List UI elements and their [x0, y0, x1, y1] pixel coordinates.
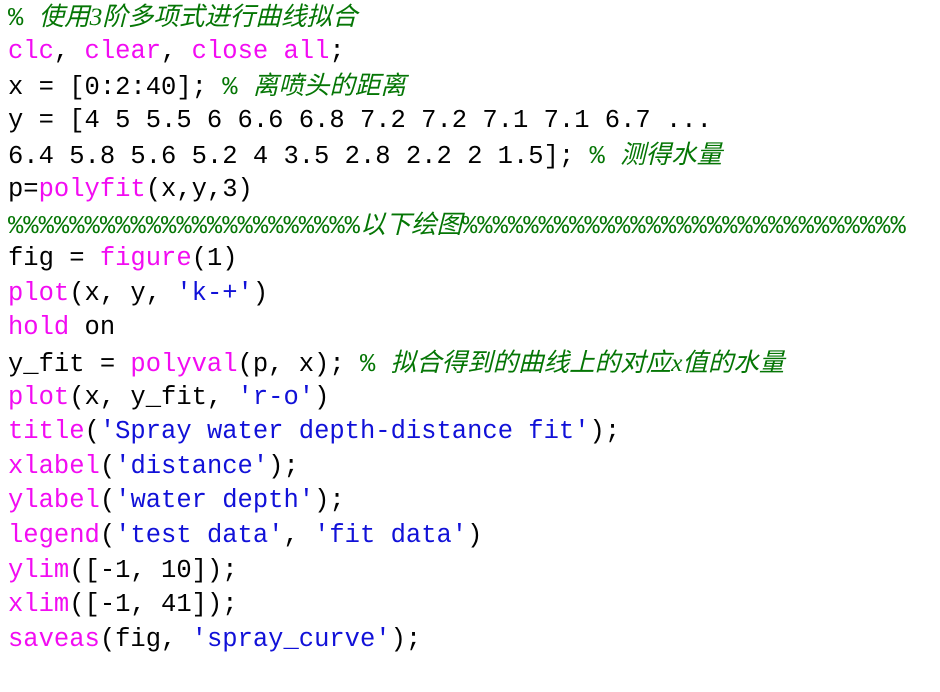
- code-line[interactable]: y_fit = polyval(p, x); % 拟合得到的曲线上的对应x值的水…: [0, 346, 940, 381]
- code-token-keyword: plot: [8, 382, 70, 412]
- code-token-keyword: ylabel: [8, 486, 100, 516]
- code-token-plain: ,: [161, 36, 192, 66]
- code-token-keyword: polyval: [130, 349, 238, 379]
- code-token-plain: ([-1, 41]);: [69, 590, 238, 620]
- code-token-keyword: hold: [8, 313, 70, 343]
- code-token-plain: (x, y_fit,: [69, 382, 238, 412]
- code-token-keyword: figure: [99, 244, 192, 274]
- code-token-plain: (: [99, 520, 116, 550]
- code-token-comment-sym: %: [359, 349, 391, 379]
- code-token-plain: (x,y,3): [145, 174, 253, 204]
- code-token-keyword: ylim: [8, 555, 70, 585]
- code-line[interactable]: hold on: [0, 311, 940, 346]
- code-token-plain: on: [69, 313, 116, 343]
- code-token-plain: (: [84, 417, 100, 447]
- code-token-plain: (: [99, 451, 116, 481]
- code-token-keyword: title: [8, 417, 85, 447]
- code-token-plain: ): [252, 278, 269, 308]
- code-line-list: % 使用3阶多项式进行曲线拟合 clc, clear, close all; x =…: [0, 0, 940, 657]
- code-token-comment-sym: %%%%%%%%%%%%%%%%%%%%%%%: [8, 211, 360, 241]
- code-token-plain: x = [0:2:40];: [8, 73, 223, 103]
- code-line[interactable]: p=polyfit(x,y,3): [0, 173, 940, 208]
- code-line[interactable]: clc, clear, close all;: [0, 35, 940, 70]
- code-token-plain: );: [390, 624, 422, 654]
- code-token-comment-sym: %: [589, 142, 621, 172]
- code-token-plain: ([-1, 10]);: [69, 555, 238, 585]
- code-line[interactable]: fig = figure(1): [0, 242, 940, 277]
- code-token-plain: y_fit =: [8, 349, 131, 379]
- code-token-plain: (x, y,: [69, 278, 177, 308]
- code-line[interactable]: ylabel('water depth');: [0, 484, 940, 519]
- code-line[interactable]: 6.4 5.8 5.6 5.2 4 3.5 2.8 2.2 2 1.5]; % …: [0, 138, 940, 173]
- code-token-comment-sym: %: [222, 73, 253, 103]
- code-line[interactable]: y = [4 5 5.5 6 6.6 6.8 7.2 7.2 7.1 7.1 6…: [0, 104, 940, 139]
- code-token-keyword: plot: [8, 278, 70, 308]
- code-line[interactable]: ylim([-1, 10]);: [0, 554, 940, 589]
- code-token-keyword: close all: [191, 36, 330, 66]
- code-line[interactable]: saveas(fig, 'spray_curve');: [0, 623, 940, 658]
- code-token-keyword: saveas: [8, 624, 100, 654]
- code-token-plain: ): [314, 382, 330, 412]
- code-token-keyword: clear: [84, 36, 162, 66]
- code-line[interactable]: xlabel('distance');: [0, 450, 940, 485]
- code-token-plain: (1): [191, 244, 238, 274]
- code-token-plain: (: [99, 486, 116, 516]
- code-token-keyword: clc: [8, 36, 54, 66]
- code-token-plain: ,: [53, 36, 85, 66]
- code-token-plain: (fig,: [99, 624, 192, 654]
- code-token-comment-cjk: 测得水量: [620, 140, 723, 170]
- code-line[interactable]: plot(x, y, 'k-+'): [0, 277, 940, 312]
- code-token-string: 'water depth': [115, 486, 315, 516]
- code-token-plain: fig =: [8, 244, 100, 274]
- code-token-comment-sym: %: [8, 4, 39, 33]
- code-editor[interactable]: % 使用3阶多项式进行曲线拟合 clc, clear, close all; x =…: [0, 0, 940, 692]
- code-token-string: 'Spray water depth-distance fit': [99, 417, 590, 447]
- code-token-string: 'fit data': [314, 520, 468, 550]
- code-token-string: 'r-o': [237, 382, 315, 412]
- code-token-string: 'test data': [115, 520, 284, 550]
- code-token-keyword: legend: [8, 520, 100, 550]
- code-token-comment-cjk: 使用3阶多项式进行曲线拟合: [38, 2, 358, 31]
- code-line[interactable]: plot(x, y_fit, 'r-o'): [0, 381, 940, 416]
- code-line[interactable]: title('Spray water depth-distance fit');: [0, 415, 940, 450]
- code-token-comment-cjk: 拟合得到的曲线上的对应x值的水量: [390, 347, 785, 377]
- code-token-keyword: xlim: [8, 590, 70, 620]
- code-token-plain: y = [4 5 5.5 6 6.6 6.8 7.2 7.2 7.1 7.1 6…: [8, 105, 712, 135]
- code-token-string: 'spray_curve': [191, 624, 391, 654]
- code-token-plain: ;: [329, 36, 345, 66]
- code-token-comment-cjk: 以下绘图: [359, 209, 462, 239]
- code-line[interactable]: %%%%%%%%%%%%%%%%%%%%%%%以下绘图%%%%%%%%%%%%%…: [0, 208, 940, 243]
- code-token-plain: 6.4 5.8 5.6 5.2 4 3.5 2.8 2.2 2 1.5];: [8, 142, 590, 172]
- code-token-plain: );: [589, 417, 621, 447]
- code-line[interactable]: x = [0:2:40]; % 离喷头的距离: [0, 69, 940, 104]
- code-token-string: 'k-+': [176, 278, 253, 308]
- code-token-plain: ): [467, 520, 483, 550]
- code-token-plain: ,: [283, 520, 315, 550]
- code-token-keyword: polyfit: [38, 174, 146, 204]
- code-token-string: 'distance': [115, 451, 269, 481]
- code-line[interactable]: legend('test data', 'fit data'): [0, 519, 940, 554]
- code-line[interactable]: xlim([-1, 41]);: [0, 588, 940, 623]
- code-token-plain: );: [268, 451, 299, 481]
- code-token-comment-cjk: 离喷头的距离: [252, 71, 406, 101]
- code-token-keyword: xlabel: [8, 451, 100, 481]
- code-line[interactable]: % 使用3阶多项式进行曲线拟合: [0, 0, 940, 35]
- code-token-plain: p=: [8, 174, 39, 204]
- code-token-plain: );: [314, 486, 345, 516]
- code-token-comment-sym: %%%%%%%%%%%%%%%%%%%%%%%%%%%%%: [461, 211, 906, 241]
- code-token-plain: (p, x);: [237, 349, 360, 379]
